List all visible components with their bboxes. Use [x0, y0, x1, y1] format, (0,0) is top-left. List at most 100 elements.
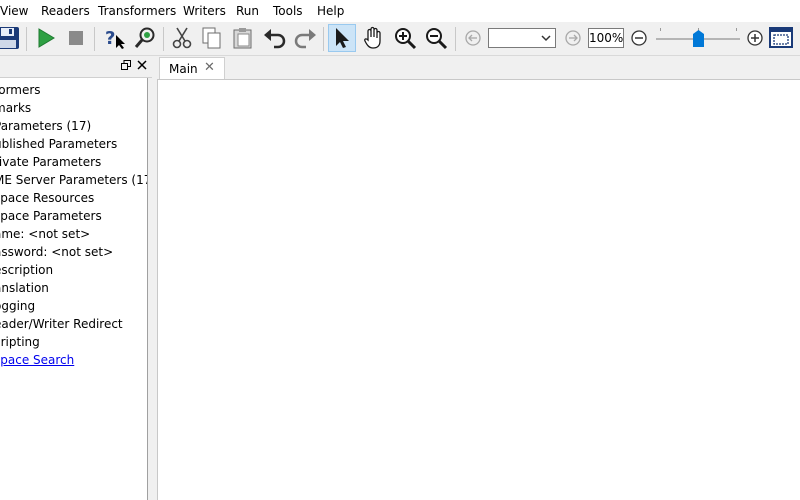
toolbar-separator — [455, 27, 456, 51]
save-button[interactable] — [0, 24, 22, 52]
back-button[interactable] — [459, 24, 487, 52]
nav-item-bookmarks[interactable]: marks — [0, 100, 31, 116]
nav-item-transformers[interactable]: formers — [0, 82, 41, 98]
main-toolbar: ? 100% — [0, 22, 800, 56]
nav-item-fme-server-parameters[interactable]: ME Server Parameters (17) — [0, 172, 148, 188]
find-button[interactable] — [131, 24, 159, 52]
zoom-out-icon — [426, 28, 448, 50]
copy-icon — [202, 27, 221, 49]
run-button[interactable] — [32, 24, 60, 52]
stop-button[interactable] — [62, 24, 90, 52]
undo-button[interactable] — [261, 24, 289, 52]
toolbar-separator — [26, 27, 27, 51]
pan-hand-button[interactable] — [359, 24, 387, 52]
cut-button[interactable] — [168, 24, 196, 52]
nav-item-logging[interactable]: ogging — [0, 298, 35, 314]
nav-item-reader-writer-redirect[interactable]: eader/Writer Redirect — [0, 316, 123, 332]
nav-item-label: cripting — [0, 335, 40, 349]
nav-item-translation[interactable]: anslation — [0, 280, 49, 296]
nav-item-label: ublished Parameters — [0, 137, 118, 151]
help-pointer-button[interactable]: ? — [101, 24, 129, 52]
menu-view[interactable]: View — [0, 3, 28, 19]
navigator-panel-header — [0, 56, 152, 78]
select-pointer-button[interactable] — [328, 24, 356, 52]
menu-readers[interactable]: Readers — [41, 3, 90, 19]
nav-item-description[interactable]: escription — [0, 262, 53, 278]
chevron-down-icon — [541, 35, 551, 42]
nav-item-label: rivate Parameters — [0, 155, 102, 169]
menu-run[interactable]: Run — [236, 3, 259, 19]
paste-icon — [233, 28, 252, 49]
pan-hand-icon — [364, 26, 381, 49]
find-icon — [134, 27, 155, 48]
nav-item-workspace-search-link[interactable]: space Search — [0, 352, 74, 368]
overview-button[interactable] — [767, 24, 795, 52]
float-window-icon[interactable] — [121, 60, 131, 70]
menu-bar: View Readers Transformers Writers Run To… — [0, 0, 800, 22]
toolbar-separator — [94, 27, 95, 51]
nav-item-label: assword: <not set> — [0, 245, 114, 259]
zoom-decrease-button[interactable] — [625, 24, 653, 52]
overview-icon — [769, 27, 793, 48]
forward-button[interactable] — [559, 24, 587, 52]
zoom-in-button[interactable] — [391, 24, 419, 52]
menu-tools[interactable]: Tools — [273, 3, 303, 19]
nav-item-label: space Resources — [0, 191, 95, 205]
tab-label: Main — [169, 62, 198, 76]
svg-text:?: ? — [105, 28, 115, 49]
zoom-in-icon — [395, 28, 417, 50]
redo-button[interactable] — [291, 24, 319, 52]
nav-item-scripting[interactable]: cripting — [0, 334, 40, 350]
close-icon[interactable] — [137, 60, 147, 70]
forward-icon — [565, 30, 581, 46]
menu-writers[interactable]: Writers — [183, 3, 226, 19]
navigator-tree: formers marks Parameters (17) ublished P… — [0, 78, 148, 500]
help-pointer-icon: ? — [105, 28, 125, 49]
menu-transformers[interactable]: Transformers — [98, 3, 176, 19]
copy-button[interactable] — [198, 24, 226, 52]
zoom-percent-field[interactable]: 100% — [588, 28, 624, 48]
back-icon — [465, 30, 481, 46]
zoom-increase-icon — [747, 30, 763, 46]
nav-item-label: ame: <not set> — [0, 227, 91, 241]
tab-bar — [157, 56, 800, 80]
nav-item-private-parameters[interactable]: rivate Parameters — [0, 154, 101, 170]
menu-help[interactable]: Help — [317, 3, 344, 19]
zoom-decrease-icon — [631, 30, 647, 46]
cut-icon — [172, 27, 192, 49]
nav-item-user-parameters[interactable]: Parameters (17) — [0, 118, 91, 134]
paste-button[interactable] — [229, 24, 257, 52]
slider-tick — [660, 28, 661, 31]
nav-item-label: Parameters (17) — [0, 119, 92, 133]
slider-tick — [736, 28, 737, 31]
toolbar-separator — [323, 27, 324, 51]
nav-item-label: ME Server Parameters (17) — [0, 173, 148, 187]
nav-item-password[interactable]: assword: <not set> — [0, 244, 113, 260]
nav-item-label: formers — [0, 83, 41, 97]
tab-close-icon[interactable]: ✕ — [204, 61, 215, 75]
nav-item-label: escription — [0, 263, 54, 277]
nav-item-workspace-parameters[interactable]: space Parameters — [0, 208, 102, 224]
nav-item-label: anslation — [0, 281, 49, 295]
zoom-slider-thumb[interactable] — [693, 30, 704, 47]
stop-icon — [69, 31, 83, 45]
nav-item-workspace-resources[interactable]: space Resources — [0, 190, 94, 206]
workspace-canvas[interactable] — [157, 79, 800, 500]
nav-item-published-parameters[interactable]: ublished Parameters — [0, 136, 117, 152]
toolbar-separator — [163, 27, 164, 51]
select-pointer-icon — [336, 28, 349, 48]
nav-item-name[interactable]: ame: <not set> — [0, 226, 90, 242]
zoom-increase-button[interactable] — [741, 24, 769, 52]
undo-icon — [264, 29, 286, 49]
nav-item-label: eader/Writer Redirect — [0, 317, 123, 331]
navigator-panel: formers marks Parameters (17) ublished P… — [0, 56, 152, 500]
zoom-selector[interactable] — [488, 28, 556, 48]
nav-item-label: space Search — [0, 353, 75, 367]
nav-item-label: marks — [0, 101, 32, 115]
tab-main[interactable]: Main ✕ — [159, 57, 225, 80]
save-icon — [0, 27, 19, 49]
zoom-out-button[interactable] — [422, 24, 450, 52]
run-icon — [38, 28, 55, 48]
nav-item-label: ogging — [0, 299, 36, 313]
nav-item-label: space Parameters — [0, 209, 102, 223]
